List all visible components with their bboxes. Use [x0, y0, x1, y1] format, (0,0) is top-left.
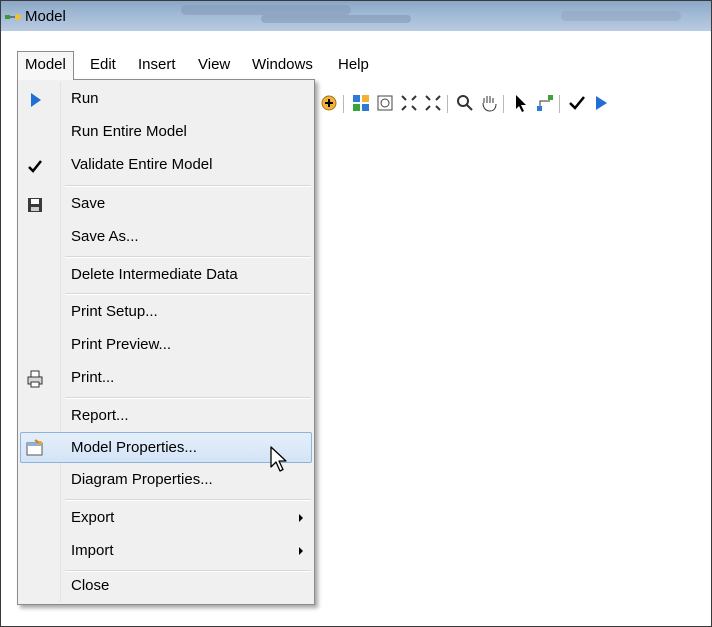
menu-item-save[interactable]: Save [20, 189, 312, 219]
model-menu-dropdown: Run Run Entire Model Validate Entire Mod… [17, 79, 315, 605]
menu-item-report[interactable]: Report... [20, 401, 312, 431]
menu-item-label: Export [71, 509, 115, 526]
pan-hand-icon[interactable] [479, 93, 499, 113]
menu-item-run[interactable]: Run [20, 84, 312, 114]
menu-item-import[interactable]: Import [20, 536, 312, 566]
menu-windows[interactable]: Windows [245, 51, 320, 79]
menu-separator [65, 256, 311, 258]
menu-item-label: Print Setup... [71, 303, 158, 320]
menu-item-label: Print... [71, 369, 115, 386]
menu-item-label: Save As... [71, 228, 139, 245]
run-icon[interactable] [591, 93, 611, 113]
checkmark-icon [28, 160, 42, 173]
menu-item-label: Validate Entire Model [71, 156, 213, 173]
menu-item-save-as[interactable]: Save As... [20, 222, 312, 252]
select-pointer-icon[interactable] [511, 93, 531, 113]
menu-model[interactable]: Model [17, 51, 74, 80]
floppy-disk-icon [28, 198, 42, 212]
menu-item-print[interactable]: Print... [20, 363, 312, 393]
menu-item-close[interactable]: Close [20, 571, 312, 601]
submenu-arrow-icon [299, 547, 303, 555]
model-window: Model Model Edit Insert View Windows Hel… [0, 0, 712, 627]
menu-item-label: Import [71, 542, 114, 559]
menu-separator [65, 293, 311, 295]
menu-item-export[interactable]: Export [20, 503, 312, 533]
auto-layout-icon[interactable] [351, 93, 371, 113]
toolbar [319, 87, 711, 119]
toolbar-separator [343, 95, 344, 113]
properties-icon [26, 439, 43, 456]
validate-icon[interactable] [567, 93, 587, 113]
zoom-icon[interactable] [455, 93, 475, 113]
menu-item-label: Delete Intermediate Data [71, 266, 238, 283]
menu-item-print-preview[interactable]: Print Preview... [20, 330, 312, 360]
menu-separator [65, 397, 311, 399]
menu-separator [65, 185, 311, 187]
zoom-out-fixed-icon[interactable] [423, 93, 443, 113]
menu-view[interactable]: View [191, 51, 237, 79]
menu-item-label: Print Preview... [71, 336, 172, 353]
menu-help[interactable]: Help [331, 51, 376, 79]
connect-icon[interactable] [535, 93, 555, 113]
menu-item-label: Run [71, 90, 99, 107]
printer-icon [27, 370, 43, 388]
menu-item-label: Run Entire Model [71, 123, 187, 140]
add-data-icon[interactable] [319, 93, 339, 113]
toolbar-separator [503, 95, 504, 113]
menu-item-label: Close [71, 577, 110, 594]
menu-item-label: Model Properties... [71, 439, 197, 456]
menu-edit[interactable]: Edit [83, 51, 123, 79]
blurred-title-region [181, 5, 351, 15]
model-app-icon [5, 14, 21, 20]
menu-insert[interactable]: Insert [131, 51, 183, 79]
window-title: Model [25, 8, 66, 25]
menu-item-delete-intermediate-data[interactable]: Delete Intermediate Data [20, 260, 312, 290]
menu-bar: Model Edit Insert View Windows Help [17, 51, 711, 80]
menu-item-run-entire-model[interactable]: Run Entire Model [20, 117, 312, 147]
title-bar[interactable]: Model [1, 1, 711, 31]
menu-item-print-setup[interactable]: Print Setup... [20, 297, 312, 327]
blurred-title-region [261, 15, 411, 23]
menu-item-label: Diagram Properties... [71, 471, 213, 488]
toolbar-separator [447, 95, 448, 113]
run-triangle-icon [31, 93, 41, 107]
toolbar-separator [559, 95, 560, 113]
blurred-title-region [561, 11, 681, 21]
menu-separator [65, 499, 311, 501]
zoom-in-fixed-icon[interactable] [399, 93, 419, 113]
menu-item-label: Save [71, 195, 106, 212]
menu-item-label: Report... [71, 407, 129, 424]
full-extent-icon[interactable] [375, 93, 395, 113]
submenu-arrow-icon [299, 514, 303, 522]
mouse-cursor-icon [270, 446, 287, 472]
menu-item-validate-entire-model[interactable]: Validate Entire Model [20, 150, 312, 180]
